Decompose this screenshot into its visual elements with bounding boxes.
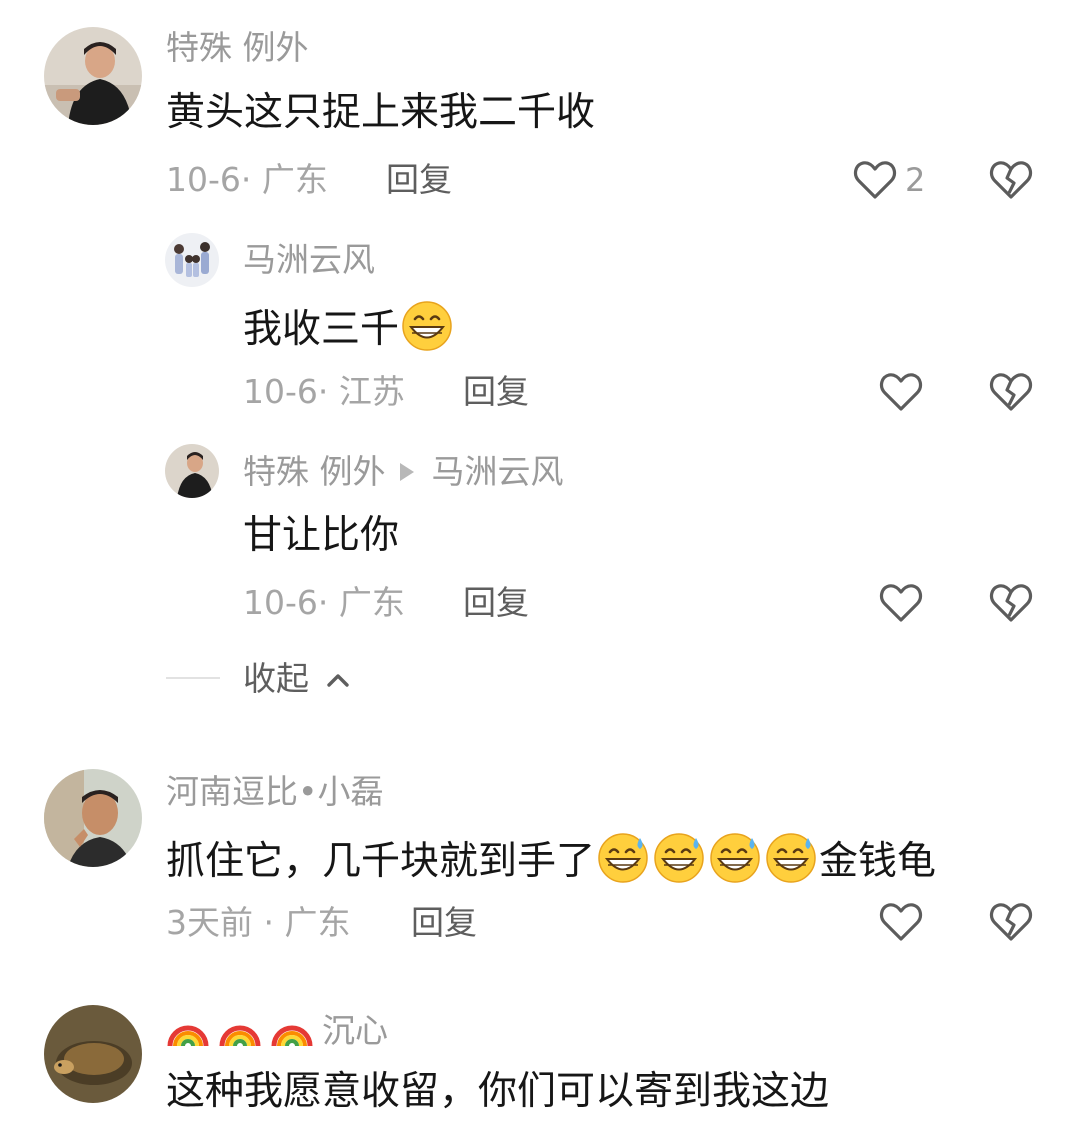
reply-location: 广东 (338, 583, 405, 622)
avatar[interactable] (44, 1005, 142, 1103)
comment-location: 广东 (261, 160, 328, 199)
grinning-sweat-emoji (765, 832, 817, 884)
reply-text-content: 我收三千 (243, 307, 400, 352)
heart-icon (853, 161, 897, 199)
family-avatar-icon (165, 233, 219, 287)
collapse-button[interactable]: 收起 (243, 657, 350, 699)
dislike-button[interactable] (988, 369, 1034, 415)
rainbow-emoji (166, 1006, 210, 1050)
heart-icon (879, 903, 923, 941)
comment-username[interactable]: 河南逗比•小磊 (166, 772, 383, 812)
reply-button[interactable]: 回复 (463, 372, 529, 412)
dislike-button[interactable] (988, 580, 1034, 626)
like-button[interactable] (878, 369, 924, 415)
like-button[interactable] (878, 580, 924, 626)
reply-username[interactable]: 特殊 例外 马洲云风 (243, 452, 564, 492)
man-selfie-avatar-icon (44, 769, 142, 867)
reply-button[interactable]: 回复 (411, 903, 477, 943)
turtle-avatar-icon (44, 1005, 142, 1103)
broken-heart-icon (989, 903, 1033, 941)
reply-meta: 10-6· 江苏 (243, 372, 405, 412)
collapse-divider (166, 677, 220, 679)
broken-heart-icon (989, 161, 1033, 199)
comment-text: 抓住它，几千块就到手了 金钱龟 (166, 832, 936, 886)
comment-meta: 10-6· 广东 (166, 160, 328, 200)
grinning-face-emoji (401, 300, 453, 352)
reply-date: 10-6· (243, 372, 329, 411)
comment-date: 3天前 · (166, 903, 274, 942)
dislike-button[interactable] (988, 157, 1034, 203)
avatar[interactable] (44, 27, 142, 125)
reply-to-arrow-icon (399, 463, 414, 481)
heart-icon (879, 584, 923, 622)
reply-button[interactable]: 回复 (386, 160, 452, 200)
collapse-label: 收起 (243, 659, 309, 698)
broken-heart-icon (989, 584, 1033, 622)
avatar[interactable] (44, 769, 142, 867)
heart-icon (879, 373, 923, 411)
comment-meta: 3天前 · 广东 (166, 903, 350, 943)
comment-username[interactable]: 沉心 (166, 1006, 388, 1051)
broken-heart-icon (989, 373, 1033, 411)
comment-text: 这种我愿意收留，你们可以寄到我这边 (166, 1069, 830, 1114)
reply-location: 江苏 (338, 372, 405, 411)
reply-text: 甘让比你 (243, 513, 400, 558)
grinning-sweat-emoji (709, 832, 761, 884)
username-text[interactable]: 沉心 (322, 1011, 388, 1050)
reply-button[interactable]: 回复 (463, 583, 529, 623)
grinning-sweat-emoji (653, 832, 705, 884)
comment-text-content: 抓住它，几千块就到手了 (166, 839, 596, 884)
reply-author[interactable]: 特殊 例外 (243, 452, 386, 491)
rainbow-emoji (270, 1006, 314, 1050)
comment-text: 黄头这只捉上来我二千收 (166, 90, 596, 135)
avatar[interactable] (165, 233, 219, 287)
dislike-button[interactable] (988, 899, 1034, 945)
like-button[interactable] (878, 899, 924, 945)
reply-meta: 10-6· 广东 (243, 583, 405, 623)
reply-date: 10-6· (243, 583, 329, 622)
chevron-up-icon (326, 657, 350, 697)
comment-username[interactable]: 特殊 例外 (166, 28, 309, 68)
comment-location: 广东 (284, 903, 351, 942)
comment-text-tail: 金钱龟 (819, 839, 937, 884)
grinning-sweat-emoji (597, 832, 649, 884)
like-button[interactable] (852, 157, 898, 203)
rainbow-emoji (218, 1006, 262, 1050)
man-avatar-icon (44, 27, 142, 125)
comment-date: 10-6· (166, 160, 252, 199)
reply-text: 我收三千 (243, 300, 455, 354)
avatar[interactable] (165, 444, 219, 498)
reply-username[interactable]: 马洲云风 (243, 240, 375, 280)
man-avatar-icon (165, 444, 219, 498)
like-count: 2 (905, 161, 926, 199)
reply-to-user[interactable]: 马洲云风 (432, 452, 564, 491)
